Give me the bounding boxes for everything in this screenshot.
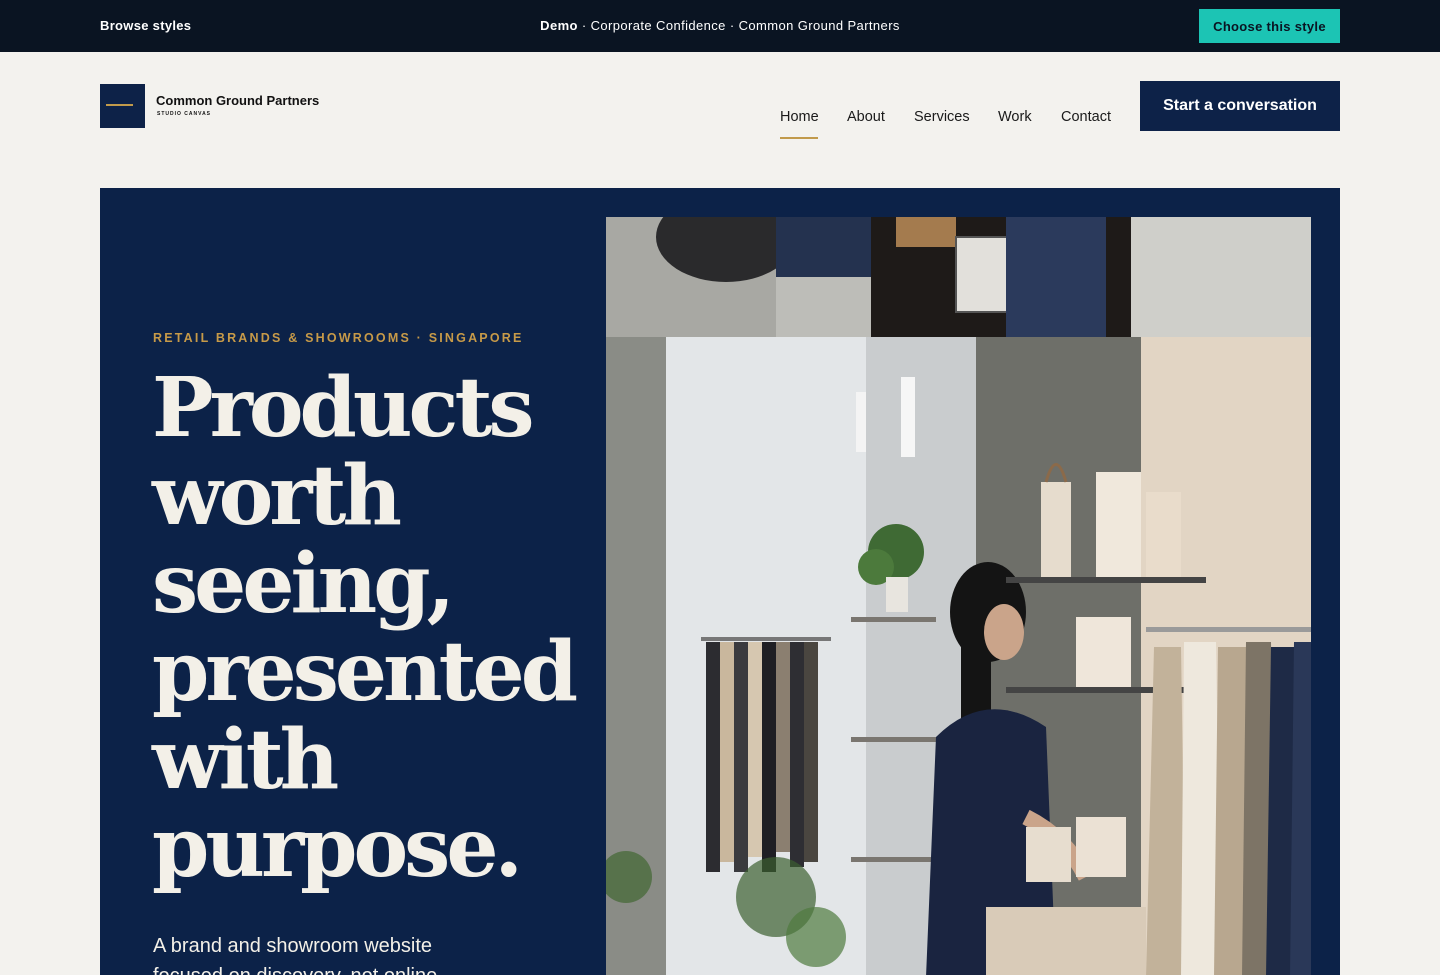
nav-home[interactable]: Home [780, 109, 819, 125]
headline-line: Products [152, 360, 534, 456]
logo-mark[interactable] [100, 84, 145, 128]
headline-line: purpose. [152, 800, 523, 896]
hero-lede: A brand and showroom website focused on … [153, 935, 437, 975]
nav-contact[interactable]: Contact [1061, 109, 1111, 125]
nav-about[interactable]: About [847, 109, 885, 125]
hero-section: RETAIL BRANDS & SHOWROOMS · SINGAPORE Pr… [100, 188, 1340, 975]
hero-photo [606, 217, 1311, 975]
showroom-photo [606, 217, 1311, 975]
headline-line: worth [152, 448, 402, 544]
nav-active-indicator [780, 137, 818, 139]
demo-text: · Corporate Confidence · Common Ground P… [577, 18, 900, 33]
start-conversation-button[interactable]: Start a conversation [1140, 81, 1340, 131]
demo-bar: Browse styles Demo · Corporate Confidenc… [0, 0, 1440, 52]
browse-styles-link[interactable]: Browse styles [100, 18, 191, 33]
headline-line: presented [152, 624, 578, 720]
demo-prefix: Demo [540, 18, 578, 33]
brand-tagline: STUDIO CANVAS [157, 111, 212, 117]
hero-headline: Products worth seeing, presented with pu… [152, 360, 578, 896]
hero-eyebrow: RETAIL BRANDS & SHOWROOMS · SINGAPORE [153, 331, 524, 345]
nav-work[interactable]: Work [998, 109, 1032, 125]
choose-style-button[interactable]: Choose this style [1199, 9, 1340, 43]
headline-line: with [152, 712, 339, 808]
logo-bar [106, 104, 133, 106]
nav-services[interactable]: Services [914, 109, 970, 125]
headline-line: seeing, [152, 536, 455, 632]
brand-name[interactable]: Common Ground Partners [156, 93, 319, 108]
